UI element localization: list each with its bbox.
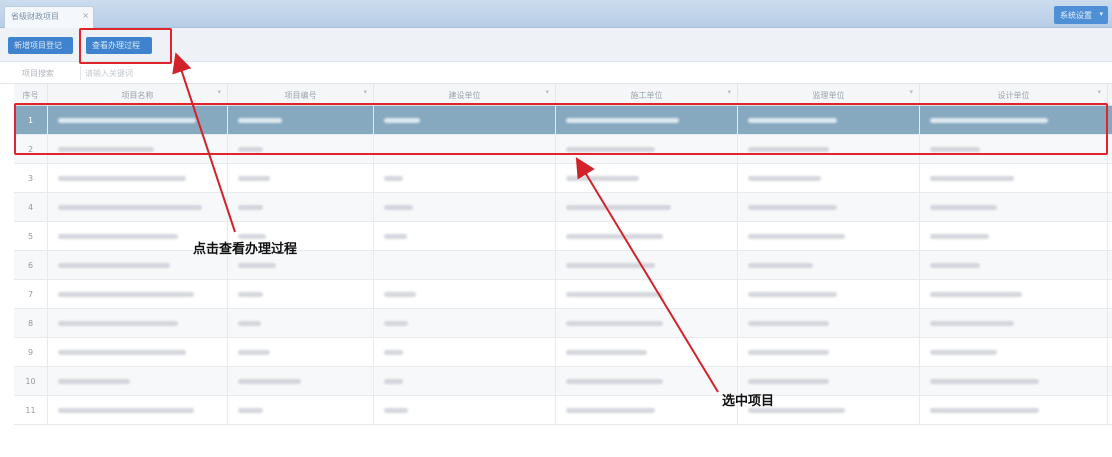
select-hint-annotation: 选中项目 (722, 394, 775, 409)
arrow-to-view-button (172, 52, 236, 233)
arrow-to-selected-row (575, 157, 719, 393)
click-hint-annotation: 点击查看办理过程 (193, 242, 298, 257)
annotation-arrows (172, 52, 719, 393)
